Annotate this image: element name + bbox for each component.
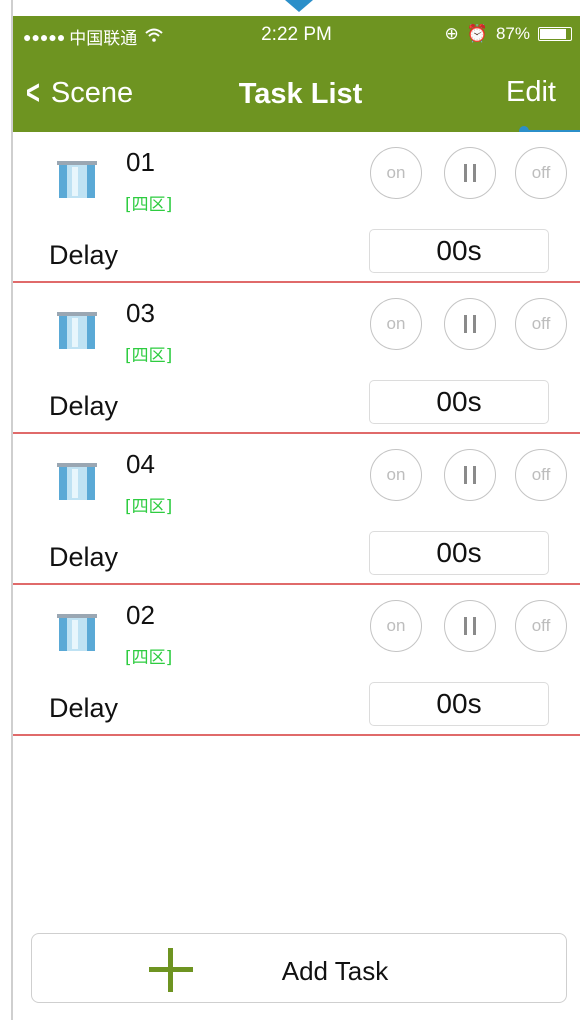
task-name: 03 bbox=[126, 298, 155, 328]
delay-label: Delay bbox=[49, 240, 119, 270]
rotation-lock-icon: ⊕ bbox=[444, 24, 459, 43]
task-item: 02 [四区] on off Delay 00s bbox=[13, 585, 580, 736]
task-item: 04 [四区] on off Delay 00s bbox=[13, 434, 580, 585]
task-name: 02 bbox=[126, 600, 155, 630]
battery-icon bbox=[538, 27, 572, 41]
task-item: 03 [四区] on off Delay 00s bbox=[13, 283, 580, 434]
pause-button[interactable] bbox=[444, 147, 496, 199]
task-item: 01 [四区] on off Delay 00s bbox=[13, 132, 580, 283]
task-zone: [四区] bbox=[125, 195, 173, 215]
off-button[interactable]: off bbox=[515, 600, 567, 652]
battery-percent: 87% bbox=[495, 24, 530, 43]
task-zone: [四区] bbox=[125, 497, 173, 517]
status-right: ⊕ ⏰ 87% bbox=[445, 24, 572, 44]
task-list: 01 [四区] on off Delay 00s 03 [四区] on off … bbox=[13, 132, 580, 736]
delay-field[interactable]: 00s bbox=[369, 229, 549, 273]
task-name: 04 bbox=[126, 449, 155, 479]
off-button[interactable]: off bbox=[515, 298, 567, 350]
on-button[interactable]: on bbox=[370, 298, 422, 350]
top-marker-triangle bbox=[285, 0, 313, 12]
pause-icon bbox=[464, 164, 476, 182]
app-screen: ●●●●● 中国联通 2:22 PM ⊕ ⏰ 87% < Scene Task … bbox=[13, 16, 580, 1020]
alarm-icon: ⏰ bbox=[466, 24, 488, 43]
task-name: 01 bbox=[126, 147, 155, 177]
left-frame-edge bbox=[0, 0, 13, 1028]
page-title: Task List bbox=[238, 78, 363, 110]
delay-field[interactable]: 00s bbox=[369, 682, 549, 726]
delay-label: Delay bbox=[49, 693, 119, 723]
add-task-button[interactable]: Add Task bbox=[31, 933, 567, 1003]
battery-level bbox=[540, 29, 567, 39]
edit-button[interactable]: Edit bbox=[506, 76, 556, 109]
curtain-icon bbox=[57, 161, 97, 198]
pause-button[interactable] bbox=[444, 600, 496, 652]
on-button[interactable]: on bbox=[370, 600, 422, 652]
add-task-label: Add Task bbox=[281, 956, 389, 986]
navigation-bar: < Scene Task List Edit bbox=[13, 54, 580, 136]
pause-button[interactable] bbox=[444, 449, 496, 501]
pause-icon bbox=[464, 466, 476, 484]
task-zone: [四区] bbox=[125, 648, 173, 668]
curtain-icon bbox=[57, 312, 97, 349]
delay-label: Delay bbox=[49, 391, 119, 421]
on-button[interactable]: on bbox=[370, 147, 422, 199]
curtain-icon bbox=[57, 614, 97, 651]
on-button[interactable]: on bbox=[370, 449, 422, 501]
pause-icon bbox=[464, 315, 476, 333]
delay-field[interactable]: 00s bbox=[369, 380, 549, 424]
bottom-frame-edge bbox=[0, 1020, 580, 1028]
delay-label: Delay bbox=[49, 542, 119, 572]
task-zone: [四区] bbox=[125, 346, 173, 366]
delay-field[interactable]: 00s bbox=[369, 531, 549, 575]
curtain-icon bbox=[57, 463, 97, 500]
pause-icon bbox=[464, 617, 476, 635]
status-bar: ●●●●● 中国联通 2:22 PM ⊕ ⏰ 87% bbox=[13, 16, 580, 54]
off-button[interactable]: off bbox=[515, 449, 567, 501]
pause-button[interactable] bbox=[444, 298, 496, 350]
off-button[interactable]: off bbox=[515, 147, 567, 199]
